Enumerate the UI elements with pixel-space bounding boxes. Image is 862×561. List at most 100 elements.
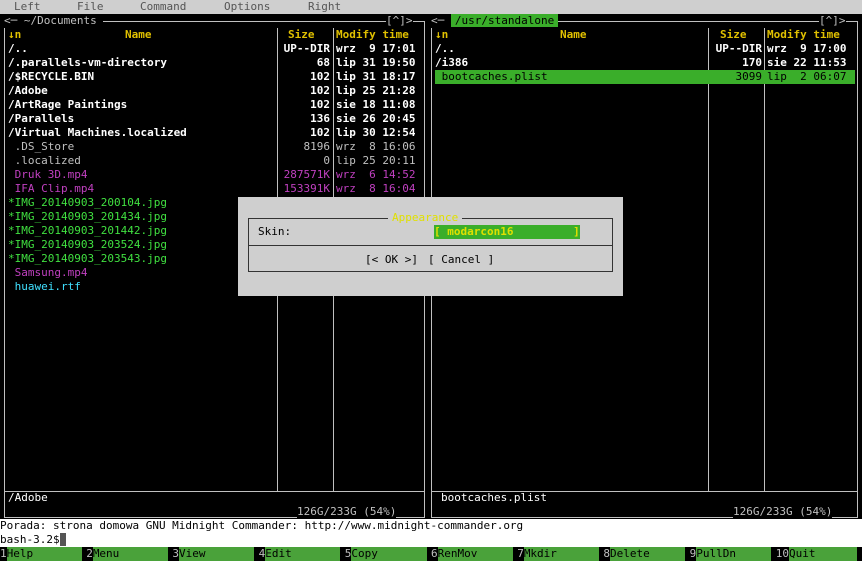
file-name: /i386 [435,56,469,69]
file-size: UP--DIR [715,42,762,55]
file-size: 68 [316,56,330,69]
file-size: 102 [310,98,330,111]
fkey-label: Copy [351,547,427,561]
file-modify-time: lip 31 18:17 [336,70,416,83]
terminal-screen: Left File Command Options Right <─ ~/Doc… [0,0,862,561]
file-modify-time: lip 31 19:50 [336,56,416,69]
right-col-divider [764,28,765,491]
hint-text: Porada: strona domowa GNU Midnight Comma… [0,519,524,532]
right-disk-usage: 126G/233G (54%) [733,505,833,519]
file-name: Druk 3D.mp4 [8,168,88,181]
left-sort-indicator[interactable]: ↓n [8,28,21,42]
right-col-size[interactable]: Size [720,28,747,42]
file-modify-time: wrz 8 16:04 [336,182,416,195]
file-size: 3099 [735,70,762,84]
file-name: /.parallels-vm-directory [8,56,167,69]
fkey-menu[interactable]: 2Menu [86,547,172,561]
file-size: 287571K [283,168,330,181]
left-mini-status: /Adobe [8,491,48,504]
function-key-bar: 1Help 2Menu 3View 4Edit 5Copy 6RenMov 7Mkdir 8D… [0,547,862,561]
fkey-copy[interactable]: 5Copy [344,547,431,561]
file-name: bootcaches.plist [435,70,548,84]
fkey-label: Help [6,547,82,561]
right-col-modify[interactable]: Modify time [767,28,840,42]
left-corner-buttons[interactable]: [^]> [386,14,413,28]
dialog-separator [248,245,613,246]
fkey-label: RenMov [437,547,513,561]
fkey-number: 4 [258,547,266,560]
fkey-pulldn[interactable]: 9PullDn [689,547,776,561]
cancel-button[interactable]: [ Cancel ] [428,253,494,267]
left-col-modify[interactable]: Modify time [336,28,409,42]
file-size: UP--DIR [283,42,330,55]
right-panel-title[interactable]: <─ /usr/standalone [431,14,559,28]
file-name: *IMG_20140903_201442.jpg [8,224,167,237]
file-name: *IMG_20140903_203524.jpg [8,238,167,251]
right-col-divider [708,28,709,491]
fkey-help[interactable]: 1Help [0,547,86,561]
file-size: 136 [310,112,330,125]
fkey-edit[interactable]: 4Edit [258,547,345,561]
file-name: huawei.rtf [8,280,81,293]
right-corner-buttons[interactable]: [^]> [819,14,846,28]
fkey-number: 10 [775,547,790,560]
file-size: 8196 [303,140,331,153]
file-modify-time: sie 22 11:53 [767,56,847,69]
prompt-text: bash-3.2$ [0,533,60,546]
file-name: *IMG_20140903_201434.jpg [8,210,167,223]
menu-command[interactable]: Command [140,0,186,14]
file-modify-time: wrz 8 16:06 [336,140,416,153]
left-col-name[interactable]: Name [125,28,152,42]
fkey-label: View [179,547,255,561]
right-sort-indicator[interactable]: ↓n [435,28,448,42]
fkey-view[interactable]: 3View [172,547,258,561]
cursor [59,533,67,546]
fkey-renmov[interactable]: 6RenMov [431,547,517,561]
fkey-label: Edit [265,547,341,561]
file-name: /Adobe [8,84,48,97]
file-size: 153391K [283,182,330,195]
menu-left[interactable]: Left [14,0,41,14]
menu-options[interactable]: Options [224,0,270,14]
file-size: 102 [310,70,330,83]
file-modify-time: lip 2 06:07 [767,70,847,84]
hint-area: Porada: strona domowa GNU Midnight Comma… [0,519,862,547]
file-modify-time: lip 30 12:54 [336,126,416,139]
ok-button[interactable]: [< OK >] [365,253,418,267]
skin-select[interactable]: [ modarcon16 ] [434,225,580,239]
right-col-name[interactable]: Name [560,28,587,42]
file-modify-time: wrz 9 17:00 [767,42,847,55]
fkey-number: 5 [344,547,352,560]
file-name: *IMG_20140903_203543.jpg [8,252,167,265]
file-name: /ArtRage Paintings [8,98,128,111]
fkey-number: 9 [689,547,697,560]
fkey-quit[interactable]: 10Quit [775,547,862,561]
left-panel-title[interactable]: <─ ~/Documents [4,14,104,28]
file-size: 170 [742,56,762,69]
fkey-label: Mkdir [523,547,599,561]
fkey-number: 6 [431,547,438,560]
right-mini-status: bootcaches.plist [441,491,547,504]
menu-file[interactable]: File [77,0,104,14]
left-path: ~/Documents [23,14,97,27]
fkey-mkdir[interactable]: 7Mkdir [517,547,603,561]
dialog-title: Appearance [388,211,463,225]
left-col-size[interactable]: Size [288,28,315,42]
file-name: /.. [435,42,455,55]
skin-label: Skin: [258,225,292,238]
file-modify-time: wrz 9 17:01 [336,42,416,55]
fkey-number: 7 [517,547,524,560]
file-modify-time: wrz 6 14:52 [336,168,416,181]
file-name: IFA Clip.mp4 [8,182,95,195]
file-name: .localized [8,154,81,167]
file-modify-time: sie 18 11:08 [336,98,416,111]
shell-prompt[interactable]: bash-3.2$ [0,533,67,547]
file-name: /Virtual Machines.localized [8,126,187,139]
file-size: 102 [310,126,330,139]
fkey-label: Quit [789,547,858,561]
fkey-label: Delete [610,547,686,561]
fkey-delete[interactable]: 8Delete [603,547,689,561]
file-name: .DS_Store [8,140,75,153]
menu-right[interactable]: Right [308,0,341,14]
fkey-number: 2 [86,547,93,560]
